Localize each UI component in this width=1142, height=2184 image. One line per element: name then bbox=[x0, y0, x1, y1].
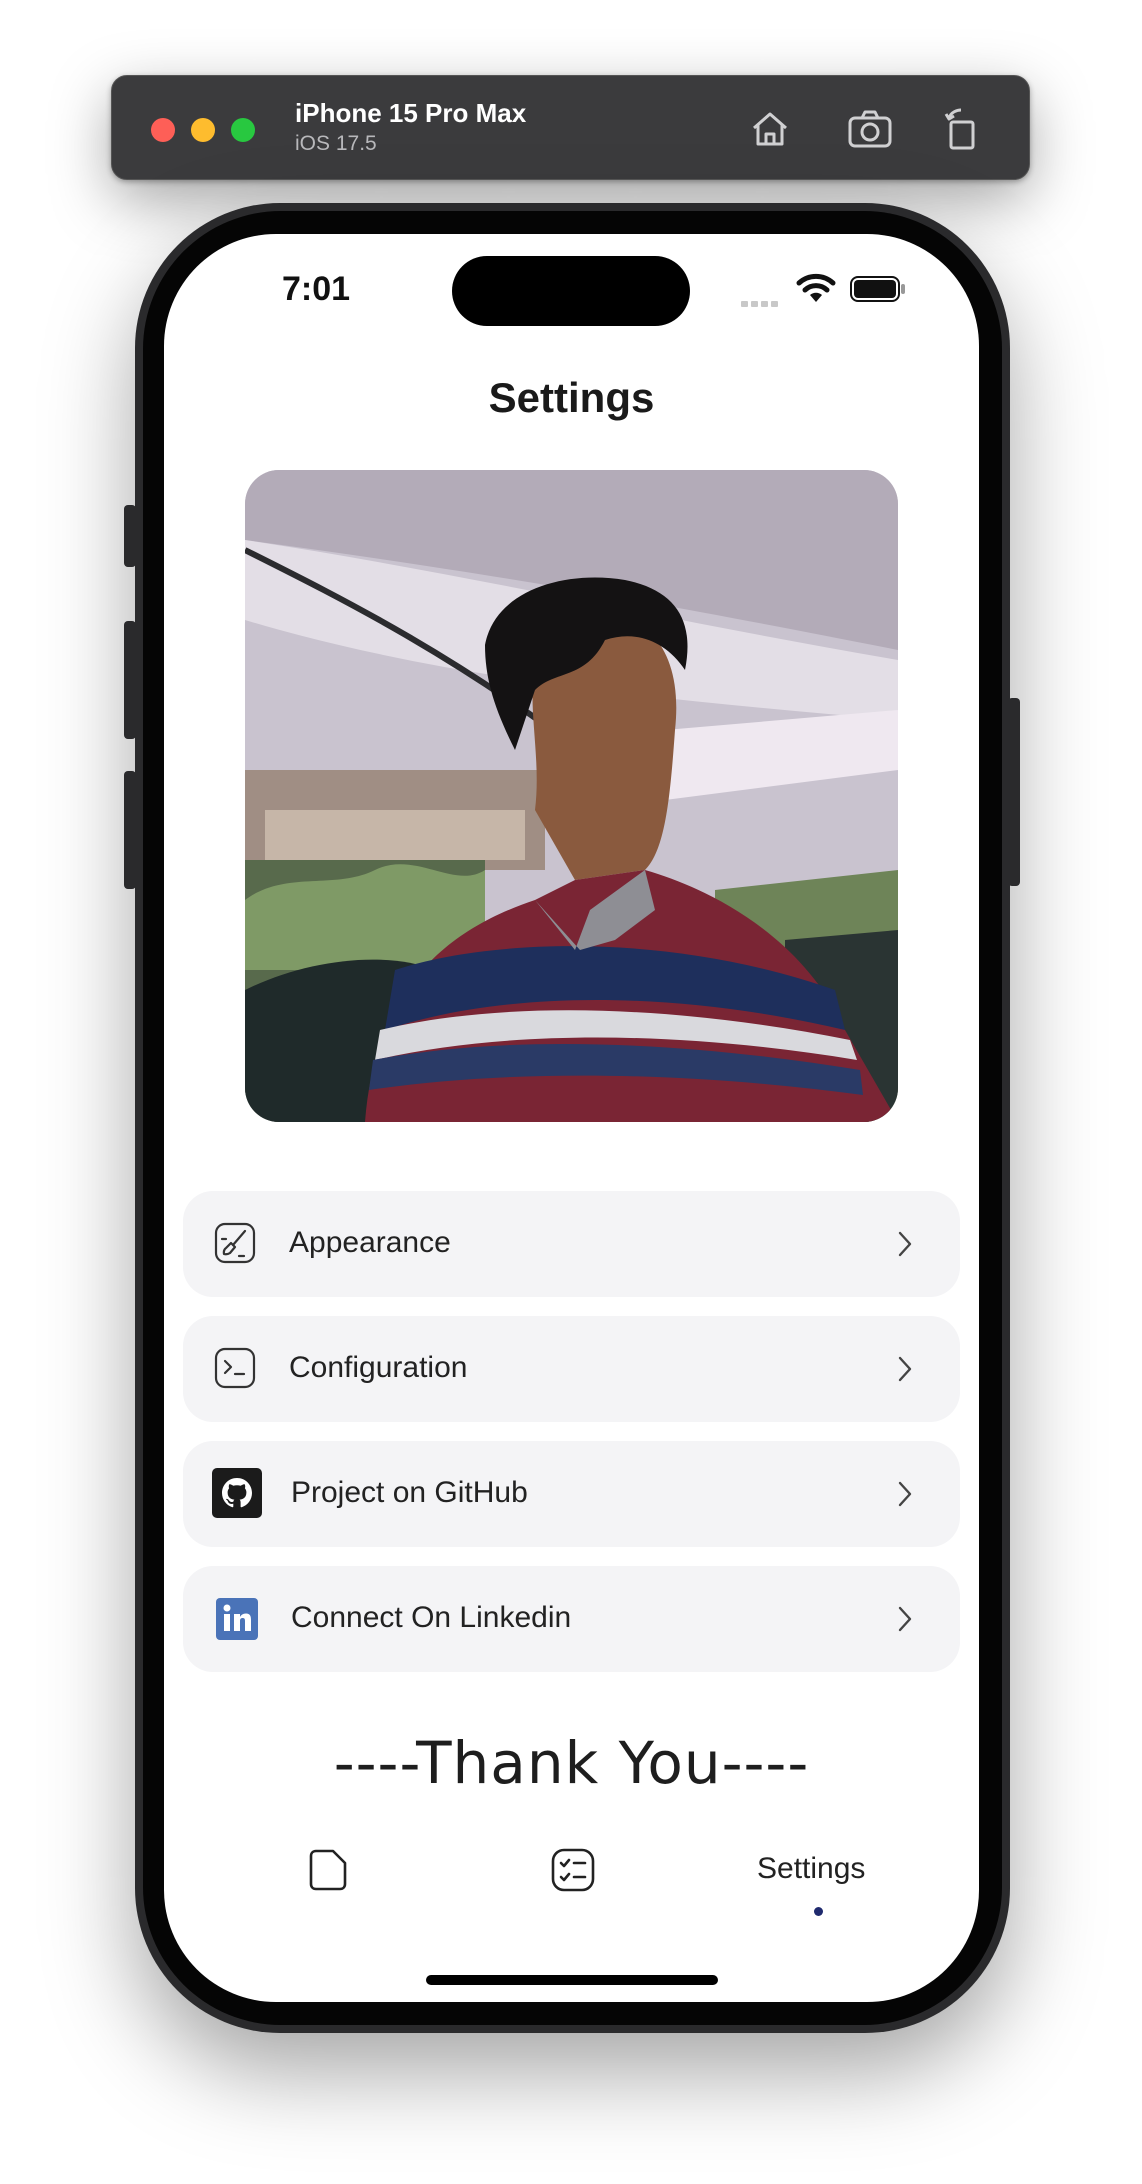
github-row[interactable]: Project on GitHub bbox=[183, 1441, 960, 1547]
menu-label: Project on GitHub bbox=[291, 1476, 528, 1509]
settings-tab[interactable]: Settings bbox=[757, 1852, 865, 1886]
home-indicator[interactable] bbox=[426, 1975, 718, 1985]
profile-photo bbox=[245, 470, 898, 1122]
chevron-right-icon bbox=[894, 1479, 916, 1509]
checklist-tab[interactable] bbox=[549, 1846, 597, 1894]
zoom-window-button[interactable] bbox=[231, 118, 255, 142]
close-window-button[interactable] bbox=[151, 118, 175, 142]
selected-tab-indicator bbox=[814, 1907, 823, 1916]
volume-down-button bbox=[124, 771, 136, 889]
os-version: iOS 17.5 bbox=[295, 132, 377, 155]
terminal-icon bbox=[213, 1346, 257, 1390]
phone-screen: 7:01 Settings Appearance Configuration P… bbox=[164, 234, 979, 2002]
configuration-row[interactable]: Configuration bbox=[183, 1316, 960, 1422]
chevron-right-icon bbox=[894, 1229, 916, 1259]
cellular-signal-icon bbox=[741, 294, 781, 312]
menu-label: Connect On Linkedin bbox=[291, 1601, 572, 1634]
checklist-icon bbox=[551, 1848, 595, 1892]
menu-label: Appearance bbox=[289, 1226, 451, 1259]
thank-you-text: ----Thank You---- bbox=[333, 1729, 810, 1797]
appearance-row[interactable]: Appearance bbox=[183, 1191, 960, 1297]
github-icon bbox=[212, 1468, 262, 1518]
power-button bbox=[1008, 698, 1020, 886]
notes-icon bbox=[309, 1849, 347, 1891]
battery-icon bbox=[850, 276, 906, 302]
menu-label: Configuration bbox=[289, 1351, 468, 1384]
paintbrush-icon bbox=[213, 1221, 257, 1265]
notes-tab[interactable] bbox=[303, 1846, 351, 1894]
device-name: iPhone 15 Pro Max bbox=[295, 98, 527, 128]
linkedin-icon bbox=[216, 1598, 258, 1640]
rotate-icon[interactable] bbox=[937, 104, 987, 154]
status-time: 7:01 bbox=[282, 270, 351, 308]
volume-up-button bbox=[124, 621, 136, 739]
screenshot-icon[interactable] bbox=[845, 104, 895, 154]
dynamic-island bbox=[452, 256, 690, 326]
page-title: Settings bbox=[488, 374, 655, 421]
home-icon[interactable] bbox=[745, 104, 795, 154]
simulator-toolbar: iPhone 15 Pro Max iOS 17.5 bbox=[111, 75, 1030, 180]
wifi-icon bbox=[796, 272, 836, 304]
chevron-right-icon bbox=[894, 1604, 916, 1634]
chevron-right-icon bbox=[894, 1354, 916, 1384]
linkedin-row[interactable]: Connect On Linkedin bbox=[183, 1566, 960, 1672]
action-button bbox=[124, 505, 136, 567]
minimize-window-button[interactable] bbox=[191, 118, 215, 142]
